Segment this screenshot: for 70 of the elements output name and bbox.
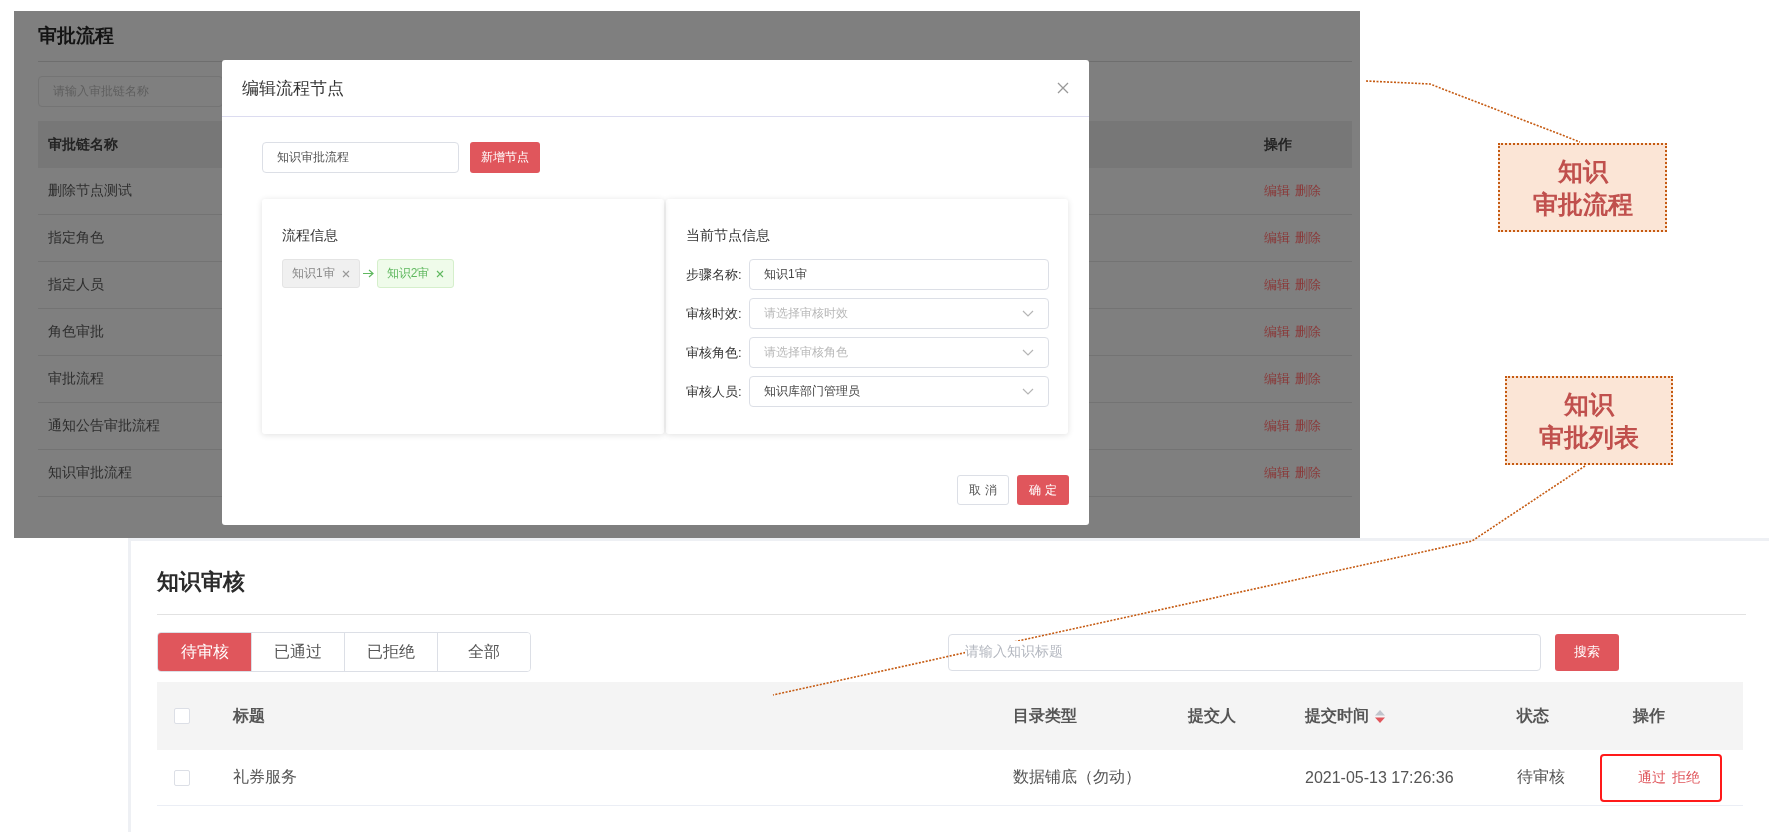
select-field[interactable]: 请选择审核角色: [749, 337, 1049, 368]
chevron-down-icon: [1022, 349, 1034, 356]
card-heading: 当前节点信息: [686, 227, 771, 245]
table-cell: 指定角色: [48, 229, 104, 247]
close-icon[interactable]: [341, 269, 350, 278]
column-header: 标题: [233, 705, 266, 726]
close-icon[interactable]: [436, 269, 445, 278]
column-header[interactable]: 提交时间: [1305, 705, 1517, 727]
action-link[interactable]: 删除: [1295, 276, 1321, 294]
filter-tab[interactable]: 待审核: [158, 633, 251, 671]
select-field[interactable]: 知识库部门管理员: [749, 376, 1049, 407]
field-label: 审核角色:: [686, 343, 743, 362]
table-cell-text: 2021-05-13 17:26:36: [1305, 768, 1455, 787]
action-link[interactable]: 编辑: [1264, 229, 1290, 247]
node-tag[interactable]: 知识2审: [376, 259, 455, 288]
dialog-title: 编辑流程节点: [242, 77, 344, 100]
flow-name-field[interactable]: 知识审批流程: [262, 142, 459, 173]
search-button[interactable]: 搜索: [1555, 633, 1619, 671]
table-cell: 通知公告审批流程: [48, 417, 160, 435]
chevron-down-icon: [1022, 388, 1034, 395]
action-link[interactable]: 编辑: [1264, 370, 1290, 388]
filter-tab[interactable]: 全部: [437, 633, 530, 671]
checkbox[interactable]: [174, 769, 190, 786]
table-cell-text: 礼券服务: [233, 767, 298, 787]
text-field[interactable]: 知识1审: [749, 259, 1049, 290]
action-link[interactable]: 删除: [1295, 464, 1321, 482]
action-link[interactable]: 删除: [1295, 229, 1321, 247]
column-header: 操作: [1633, 705, 1666, 726]
action-link[interactable]: 删除: [1295, 323, 1321, 341]
table-cell: 审批流程: [48, 370, 104, 388]
table-cell-text: 数据铺底（勿动）: [1013, 767, 1142, 787]
action-link[interactable]: 删除: [1295, 370, 1321, 388]
action-link[interactable]: 编辑: [1264, 417, 1290, 435]
field-label: 审核人员:: [686, 382, 743, 401]
action-link[interactable]: 编辑: [1264, 182, 1290, 200]
column-header: 提交人: [1188, 705, 1237, 726]
field-label: 审核时效:: [686, 304, 743, 323]
action-link[interactable]: 通过: [1638, 768, 1666, 787]
arrow-icon: [362, 269, 374, 278]
action-link[interactable]: 编辑: [1264, 464, 1290, 482]
action-link[interactable]: 拒绝: [1672, 768, 1700, 787]
close-icon[interactable]: [1057, 82, 1069, 94]
card-heading: 流程信息: [282, 227, 339, 245]
action-link[interactable]: 编辑: [1264, 276, 1290, 294]
checkbox[interactable]: [174, 708, 190, 724]
search-field[interactable]: 请输入知识标题: [948, 633, 1541, 671]
action-link[interactable]: 删除: [1295, 182, 1321, 200]
action-link[interactable]: 删除: [1295, 417, 1321, 435]
column-header: 审批链名称: [47, 135, 119, 154]
page-title: 知识审核: [157, 568, 246, 596]
column-header: 状态: [1517, 705, 1550, 726]
callout-label: 知识 审批列表: [1505, 376, 1673, 465]
action-link[interactable]: 编辑: [1264, 323, 1290, 341]
confirm-button[interactable]: 确 定: [1017, 475, 1069, 505]
field-label: 步骤名称:: [686, 265, 743, 284]
page-title: 审批流程: [38, 24, 115, 48]
table-cell: 指定人员: [48, 276, 104, 294]
cancel-button[interactable]: 取 消: [957, 475, 1009, 505]
chevron-down-icon: [1022, 310, 1034, 317]
table-cell: 角色审批: [48, 323, 104, 341]
table-cell-text: 待审核: [1517, 767, 1566, 787]
column-header: 目录类型: [1013, 705, 1078, 726]
select-field[interactable]: 请选择审核时效: [749, 298, 1049, 329]
column-header: 操作: [1263, 135, 1293, 154]
sort-icon[interactable]: [1375, 709, 1385, 723]
add-node-button[interactable]: 新增节点: [470, 142, 540, 173]
callout-label: 知识 审批流程: [1498, 143, 1667, 232]
table-cell: 删除节点测试: [48, 182, 132, 200]
table-cell: 知识审批流程: [48, 464, 132, 482]
node-tag[interactable]: 知识1审: [282, 259, 360, 288]
